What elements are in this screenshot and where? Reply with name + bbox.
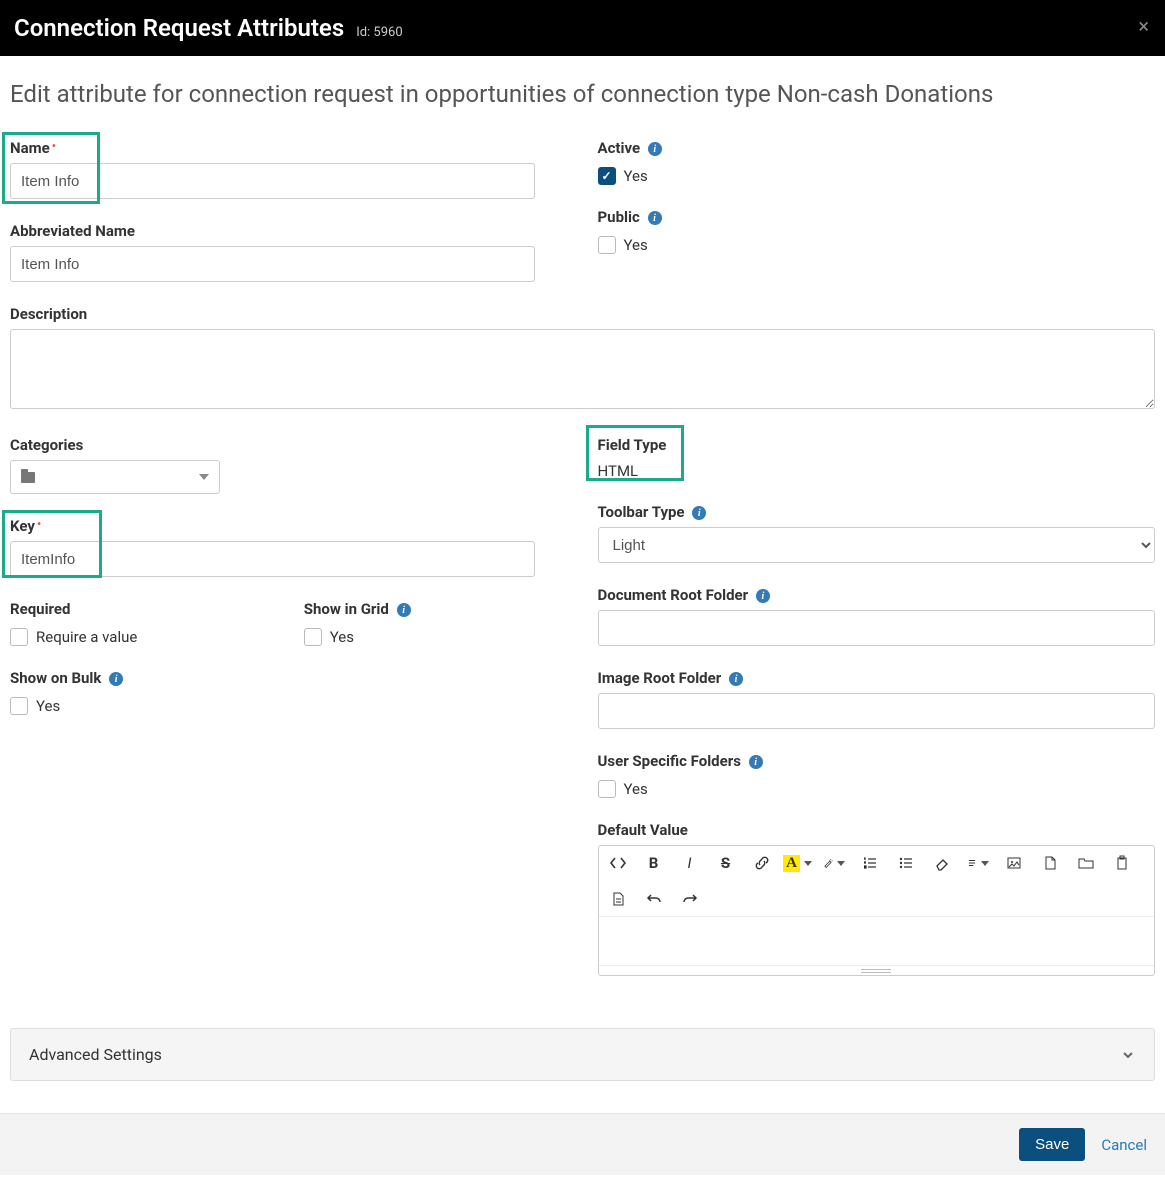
imgroot-label: Image Root Folder i: [598, 669, 743, 687]
bold-icon[interactable]: B: [643, 852, 665, 874]
active-label: Active i: [598, 139, 662, 157]
name-input[interactable]: [10, 163, 535, 199]
chevron-down-icon: [199, 474, 209, 480]
info-icon[interactable]: i: [756, 589, 770, 603]
required-indicator-icon: •: [52, 139, 56, 153]
image-icon[interactable]: [1003, 852, 1025, 874]
fieldtype-value: HTML: [598, 462, 1156, 480]
userfolders-check-label: Yes: [624, 780, 648, 798]
eraser-icon[interactable]: [931, 852, 953, 874]
toolbartype-label: Toolbar Type i: [598, 503, 707, 521]
info-icon[interactable]: i: [749, 755, 763, 769]
modal-id: Id: 5960: [356, 25, 402, 40]
active-checkbox[interactable]: [598, 167, 616, 185]
showgrid-label: Show in Grid i: [304, 600, 411, 618]
file-icon[interactable]: [1039, 852, 1061, 874]
strike-icon[interactable]: S: [715, 852, 737, 874]
info-icon[interactable]: i: [397, 603, 411, 617]
ul-icon[interactable]: [895, 852, 917, 874]
magic-icon[interactable]: [823, 852, 845, 874]
save-button[interactable]: Save: [1019, 1128, 1085, 1161]
advanced-settings-label: Advanced Settings: [29, 1045, 162, 1064]
modal-title: Connection Request Attributes: [14, 14, 344, 42]
abbrev-label: Abbreviated Name: [10, 222, 135, 240]
fieldtype-label: Field Type: [598, 436, 667, 454]
showbulk-checkbox[interactable]: [10, 697, 28, 715]
advanced-settings-panel[interactable]: Advanced Settings: [10, 1028, 1155, 1081]
page-subtitle: Edit attribute for connection request in…: [10, 80, 1155, 108]
description-label: Description: [10, 305, 87, 323]
abbrev-name-input[interactable]: [10, 246, 535, 282]
info-icon[interactable]: i: [109, 672, 123, 686]
description-input[interactable]: [10, 329, 1155, 409]
cancel-button[interactable]: Cancel: [1101, 1136, 1147, 1154]
rte-content[interactable]: [599, 917, 1155, 965]
required-checkbox[interactable]: [10, 628, 28, 646]
chevron-down-icon: [1120, 1047, 1136, 1063]
required-indicator-icon: •: [37, 517, 41, 531]
imgroot-input[interactable]: [598, 693, 1156, 729]
link-icon[interactable]: [751, 852, 773, 874]
redo-icon[interactable]: [679, 888, 701, 910]
userfolders-label: User Specific Folders i: [598, 752, 763, 770]
clipboard-icon[interactable]: [1111, 852, 1133, 874]
public-checkbox[interactable]: [598, 236, 616, 254]
modal-header: Connection Request Attributes Id: 5960 ×: [0, 0, 1165, 56]
paragraph-icon[interactable]: [967, 852, 989, 874]
categories-dropdown[interactable]: [10, 460, 220, 494]
public-label: Public i: [598, 208, 662, 226]
userfolders-checkbox[interactable]: [598, 780, 616, 798]
toolbartype-select[interactable]: Light: [598, 527, 1156, 563]
close-icon[interactable]: ×: [1138, 14, 1149, 38]
folder-icon: [21, 472, 35, 483]
name-label: Name•: [10, 139, 56, 157]
showbulk-check-label: Yes: [36, 697, 60, 715]
undo-icon[interactable]: [643, 888, 665, 910]
italic-icon[interactable]: I: [679, 852, 701, 874]
info-icon[interactable]: i: [648, 142, 662, 156]
file-alt-icon[interactable]: [607, 888, 629, 910]
required-label: Required: [10, 600, 70, 618]
docroot-label: Document Root Folder i: [598, 586, 770, 604]
public-check-label: Yes: [624, 236, 648, 254]
active-check-label: Yes: [624, 167, 648, 185]
key-label: Key•: [10, 517, 41, 535]
modal-footer: Save Cancel: [0, 1113, 1165, 1175]
categories-label: Categories: [10, 436, 83, 454]
required-check-label: Require a value: [36, 628, 137, 646]
key-input[interactable]: [10, 541, 535, 577]
folder-open-icon[interactable]: [1075, 852, 1097, 874]
code-icon[interactable]: [607, 852, 629, 874]
showgrid-checkbox[interactable]: [304, 628, 322, 646]
docroot-input[interactable]: [598, 610, 1156, 646]
resize-handle-icon[interactable]: [599, 965, 1155, 975]
rte-toolbar: B I S A: [599, 846, 1155, 917]
rich-text-editor: B I S A: [598, 845, 1156, 976]
info-icon[interactable]: i: [729, 672, 743, 686]
info-icon[interactable]: i: [692, 506, 706, 520]
defaultvalue-label: Default Value: [598, 821, 688, 839]
showgrid-check-label: Yes: [330, 628, 354, 646]
info-icon[interactable]: i: [648, 211, 662, 225]
ol-icon[interactable]: [859, 852, 881, 874]
font-color-icon[interactable]: A: [787, 852, 809, 874]
showbulk-label: Show on Bulk i: [10, 669, 123, 687]
